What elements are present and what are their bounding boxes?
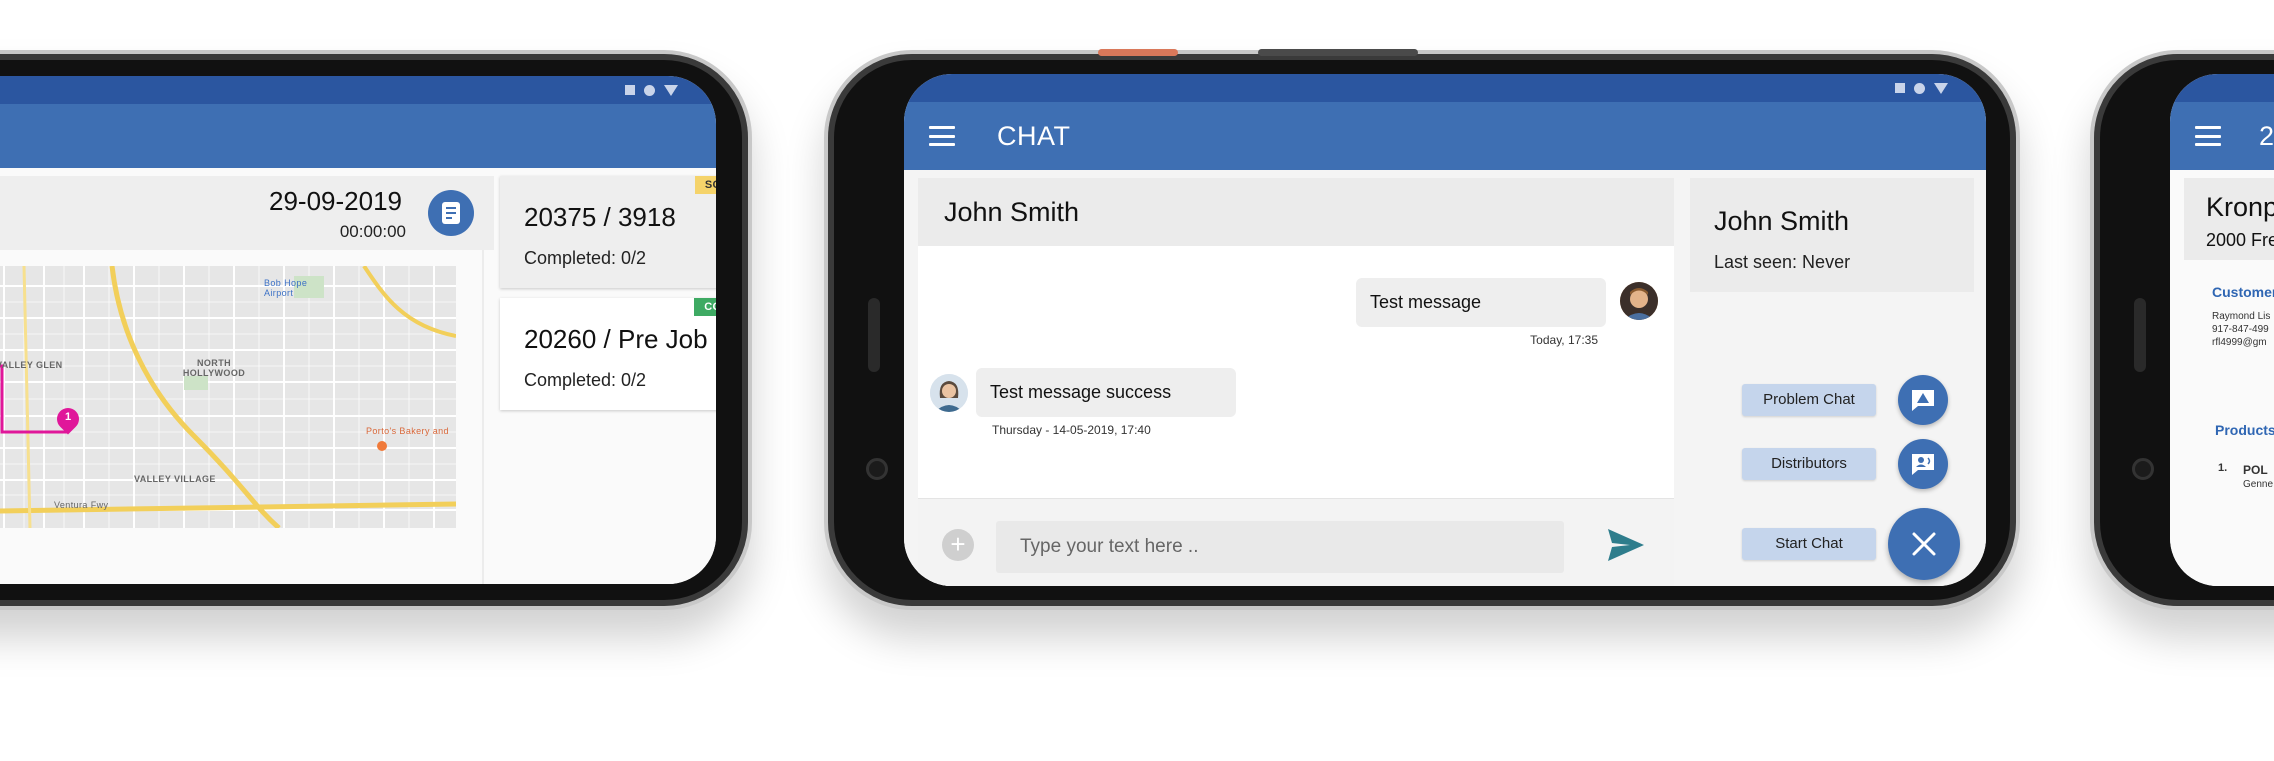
status-bar xyxy=(2170,74,2274,102)
app-bar: CHAT xyxy=(904,102,1986,170)
camera xyxy=(866,458,888,480)
order-address: 2000 Fre xyxy=(2206,230,2274,250)
message-text: Test message xyxy=(1370,292,1482,312)
status-bar xyxy=(904,74,1986,102)
route-header[interactable]: rg 29-09-2019 00:00:00 xyxy=(0,176,494,250)
map-label: VALLEY GLEN xyxy=(0,360,63,370)
route-time: 00:00:00 xyxy=(339,222,406,241)
attach-button[interactable]: + xyxy=(942,529,974,561)
back-icon xyxy=(1934,82,1948,94)
back-icon xyxy=(664,84,678,96)
job-card[interactable]: COMPLETED 20260 / Pre Job Completed: 0/2 xyxy=(500,298,716,410)
plus-icon: + xyxy=(950,529,966,559)
contact-last-seen: Last seen: Never xyxy=(1714,252,1851,272)
warning-chat-icon xyxy=(1912,390,1934,411)
screen-chat: CHAT John Smith Test message Today, 17:3… xyxy=(904,74,1986,586)
order-view: Kronp 2000 Fre Customer Raymond Lis 917-… xyxy=(2170,170,2274,586)
showcase-stage: rg 29-09-2019 00:00:00 xyxy=(0,0,2274,761)
distributors-button[interactable] xyxy=(1898,439,1948,489)
message-text: Test message success xyxy=(990,382,1172,402)
screen-order: 2 Kronp 2000 Fre Customer Raymond Lis 91… xyxy=(2170,74,2274,586)
send-icon xyxy=(1608,529,1644,561)
avatar-male-icon xyxy=(1620,282,1658,320)
document-button[interactable] xyxy=(428,190,474,236)
speaker xyxy=(2134,298,2146,372)
phone-right: 2 Kronp 2000 Fre Customer Raymond Lis 91… xyxy=(2090,50,2274,610)
fab-close-button[interactable] xyxy=(1888,508,1960,580)
problem-chat-label[interactable]: Problem Chat xyxy=(1742,384,1876,416)
product-index: 1. xyxy=(2218,462,2228,474)
page-title: 2 xyxy=(2259,120,2274,151)
avatar[interactable] xyxy=(930,374,968,412)
order-header[interactable]: Kronp 2000 Fre xyxy=(2184,178,2274,260)
map-label: Ventura Fwy xyxy=(54,500,109,510)
customer-phone: 917-847-499 xyxy=(2212,324,2269,335)
message-bubble: Test message xyxy=(1356,278,1606,327)
distributors-label[interactable]: Distributors xyxy=(1742,448,1876,480)
message-composer: + xyxy=(918,498,1674,586)
start-chat-label[interactable]: Start Chat xyxy=(1742,528,1876,560)
screen-left: rg 29-09-2019 00:00:00 xyxy=(0,76,716,584)
contact-card[interactable]: John Smith Last seen: Never xyxy=(1690,178,1974,292)
recent-apps-icon xyxy=(625,85,635,95)
map-label: Bob Hope Airport xyxy=(264,278,308,298)
page-title: CHAT xyxy=(997,120,1071,151)
product-code: POL xyxy=(2243,463,2268,477)
document-icon xyxy=(442,202,460,224)
map-marker-label: 1 xyxy=(64,411,72,423)
message-bubble: Test message success xyxy=(976,368,1236,417)
map-graphic xyxy=(0,266,456,528)
customer-email: rfl4999@gm xyxy=(2212,337,2267,348)
route-map[interactable]: VALLEY GLEN NORTH HOLLYWOOD VALLEY VILLA… xyxy=(0,266,456,528)
close-icon xyxy=(1912,532,1936,556)
customer-heading: Customer xyxy=(2212,284,2274,300)
menu-icon[interactable] xyxy=(2195,126,2221,146)
avatar-female-icon xyxy=(930,374,968,412)
job-progress: Completed: 0/2 xyxy=(524,370,647,390)
send-button[interactable] xyxy=(1604,525,1648,565)
route-view: rg 29-09-2019 00:00:00 xyxy=(0,168,716,584)
home-icon xyxy=(1914,82,1925,94)
phone-button xyxy=(1098,49,1178,56)
order-name: Kronp xyxy=(2206,192,2274,222)
route-date: 29-09-2019 xyxy=(269,186,402,216)
product-name: Genne xyxy=(2243,479,2274,490)
people-chat-icon xyxy=(1912,454,1934,475)
status-badge: COMPLETED xyxy=(694,298,716,316)
app-bar: 2 xyxy=(2170,102,2274,170)
job-progress: Completed: 0/2 xyxy=(524,248,647,268)
map-label: VALLEY VILLAGE xyxy=(134,474,216,484)
avatar[interactable] xyxy=(1620,282,1658,320)
job-title: 20260 / Pre Job xyxy=(524,324,708,354)
camera xyxy=(2132,458,2154,480)
customer-name: Raymond Lis xyxy=(2212,311,2271,322)
phone-left: rg 29-09-2019 00:00:00 xyxy=(0,50,752,610)
job-card[interactable]: SCHEDULED 20375 / 3918 Completed: 0/2 xyxy=(500,176,716,288)
message-outgoing[interactable]: Test message Today, 17:35 xyxy=(1356,278,1606,347)
message-time: Thursday - 14-05-2019, 17:40 xyxy=(992,423,1151,437)
app-bar xyxy=(0,104,716,168)
message-incoming[interactable]: Test message success Thursday - 14-05-20… xyxy=(976,368,1236,437)
chat-view: John Smith Test message Today, 17:35 Tes… xyxy=(904,170,1986,586)
divider xyxy=(482,250,484,584)
products-heading: Products xyxy=(2215,422,2274,438)
problem-chat-button[interactable] xyxy=(1898,375,1948,425)
speaker xyxy=(868,298,880,372)
phone-center: CHAT John Smith Test message Today, 17:3… xyxy=(824,49,2020,610)
status-bar xyxy=(0,76,716,104)
message-input[interactable] xyxy=(996,521,1564,573)
status-badge: SCHEDULED xyxy=(694,176,716,194)
job-title: 20375 / 3918 xyxy=(524,202,676,232)
menu-icon[interactable] xyxy=(929,126,955,146)
recent-apps-icon xyxy=(1895,83,1905,93)
chat-panel: John Smith Test message Today, 17:35 Tes… xyxy=(918,178,1674,586)
conversation-header: John Smith xyxy=(918,178,1674,246)
map-label: NORTH HOLLYWOOD xyxy=(182,358,246,378)
contact-name: John Smith xyxy=(1714,206,1850,236)
map-label: Porto's Bakery and xyxy=(366,426,449,436)
conversation-name: John Smith xyxy=(944,196,1080,227)
phone-button xyxy=(1258,49,1418,56)
message-time: Today, 17:35 xyxy=(1530,333,1598,347)
home-icon xyxy=(644,84,655,96)
